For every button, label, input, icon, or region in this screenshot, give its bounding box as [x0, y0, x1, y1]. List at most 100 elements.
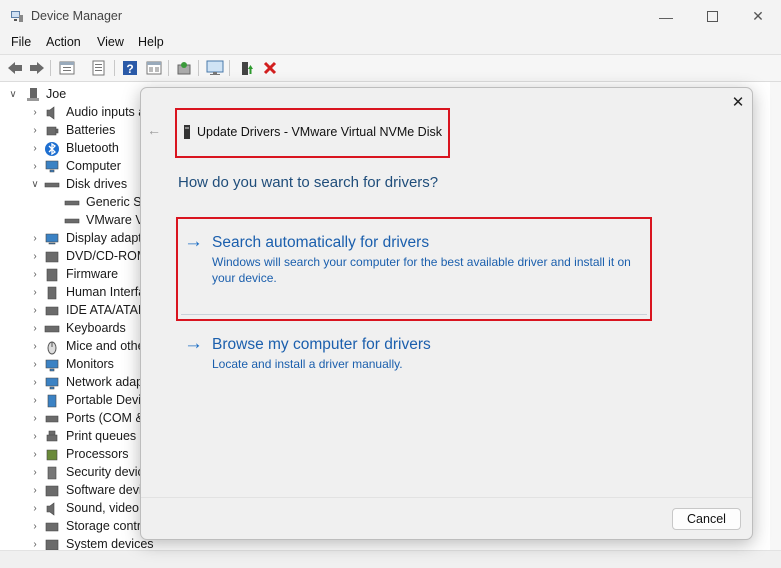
menu-bar: File Action View Help: [0, 33, 781, 53]
firmware-icon: [46, 268, 58, 282]
arrow-right-icon: →: [184, 333, 203, 354]
footer-divider: [141, 497, 752, 498]
menu-help[interactable]: Help: [138, 35, 164, 49]
chevron-right-icon[interactable]: ›: [30, 252, 40, 262]
disk-driver-icon: [184, 125, 190, 139]
properties-icon[interactable]: [58, 59, 76, 77]
tree-item-label: Bluetooth: [66, 141, 119, 155]
chevron-right-icon[interactable]: ›: [30, 504, 40, 514]
sound-icon: [46, 502, 55, 516]
chevron-right-icon[interactable]: ›: [30, 234, 40, 244]
printer-icon: [46, 430, 58, 442]
tree-root-label: Joe: [46, 87, 67, 101]
chevron-down-icon[interactable]: ∨: [30, 180, 40, 190]
back-arrow-icon[interactable]: [6, 59, 24, 77]
monitor-icon[interactable]: [206, 59, 224, 77]
tree-item-label: DVD/CD-ROM: [66, 249, 148, 263]
ide-icon: [45, 306, 59, 316]
tree-item-label: Print queues: [66, 429, 137, 443]
chevron-right-icon[interactable]: ›: [30, 342, 40, 352]
chevron-right-icon[interactable]: ›: [30, 468, 40, 478]
option-divider: [181, 314, 647, 315]
tree-item-label: Processors: [66, 447, 129, 461]
tree-item-label: Network adap: [66, 375, 144, 389]
tree-item-label: Security devic: [66, 465, 144, 479]
close-icon: ✕: [752, 8, 764, 24]
display-icon: [45, 233, 59, 245]
processor-icon: [46, 449, 58, 461]
tree-item-label: Keyboards: [66, 321, 126, 335]
tree-item-label: Firmware: [66, 267, 119, 281]
audio-icon: [46, 106, 55, 120]
update-driver-icon[interactable]: [90, 59, 108, 77]
chevron-right-icon[interactable]: ›: [30, 432, 40, 442]
add-driver-icon[interactable]: [238, 59, 256, 77]
minimize-button[interactable]: —: [643, 0, 689, 33]
update-drivers-dialog: ✕ ← Update Drivers - VMware Virtual NVMe…: [140, 87, 753, 540]
tree-item-label: Mice and othe: [66, 339, 145, 353]
forward-arrow-icon[interactable]: [28, 59, 46, 77]
chevron-right-icon[interactable]: ›: [30, 324, 40, 334]
hid-icon: [47, 286, 57, 300]
chevron-right-icon[interactable]: ›: [30, 270, 40, 280]
option-title[interactable]: Search automatically for drivers: [212, 234, 429, 252]
bluetooth-icon: [45, 142, 59, 156]
menu-view[interactable]: View: [97, 35, 124, 49]
scan-hardware-icon[interactable]: [175, 59, 193, 77]
dialog-close-button[interactable]: ✕: [729, 94, 747, 112]
back-arrow-icon[interactable]: ←: [147, 122, 163, 138]
tree-item-label: Software devic: [66, 483, 148, 497]
chevron-right-icon[interactable]: ›: [30, 414, 40, 424]
option-description: Locate and install a driver manually.: [212, 357, 403, 371]
chevron-right-icon[interactable]: ›: [30, 108, 40, 118]
chevron-right-icon[interactable]: ›: [30, 306, 40, 316]
help-icon[interactable]: ?: [121, 59, 139, 77]
close-button[interactable]: ✕: [735, 0, 781, 33]
device-manager-icon: [11, 11, 23, 22]
toolbar: ?: [0, 54, 781, 82]
window-title: Device Manager: [31, 9, 123, 23]
uninstall-icon[interactable]: [261, 59, 279, 77]
toolbar-separator: [114, 60, 115, 76]
chevron-right-icon[interactable]: ›: [30, 396, 40, 406]
port-icon: [45, 415, 59, 423]
show-hidden-icon[interactable]: [145, 59, 163, 77]
keyboard-icon: [44, 325, 60, 333]
chevron-right-icon[interactable]: ›: [30, 144, 40, 154]
chevron-right-icon[interactable]: ›: [30, 522, 40, 532]
storage-icon: [45, 522, 59, 532]
mouse-icon: [47, 341, 57, 355]
horizontal-scrollbar[interactable]: [0, 550, 781, 568]
system-icon: [45, 539, 59, 550]
vertical-scrollbar[interactable]: [770, 82, 781, 550]
menu-action[interactable]: Action: [46, 35, 81, 49]
maximize-button[interactable]: [689, 0, 735, 33]
dvd-icon: [45, 251, 59, 263]
chevron-right-icon[interactable]: ›: [30, 162, 40, 172]
menu-file[interactable]: File: [11, 35, 31, 49]
tree-item-label: Sound, video a: [66, 501, 150, 515]
option-description: Windows will search your computer for th…: [212, 255, 631, 285]
chevron-right-icon[interactable]: ›: [30, 288, 40, 298]
title-bar: Device Manager — ✕: [0, 0, 781, 33]
tree-item-label: Ports (COM &: [66, 411, 144, 425]
tree-item-label: Display adapte: [66, 231, 149, 245]
chevron-right-icon[interactable]: ›: [30, 540, 40, 550]
computer-icon: [45, 160, 59, 173]
cancel-button[interactable]: Cancel: [672, 508, 741, 530]
chevron-right-icon[interactable]: ›: [30, 126, 40, 136]
tree-item-label: VMware Vi: [86, 213, 147, 227]
disk-icon: [64, 218, 80, 224]
monitor-icon: [45, 359, 59, 372]
option-title[interactable]: Browse my computer for drivers: [212, 336, 431, 354]
toolbar-separator: [198, 60, 199, 76]
dialog-title: Update Drivers - VMware Virtual NVMe Dis…: [197, 125, 442, 139]
toolbar-separator: [168, 60, 169, 76]
chevron-right-icon[interactable]: ›: [30, 378, 40, 388]
disk-icon: [64, 200, 80, 206]
chevron-right-icon[interactable]: ›: [30, 450, 40, 460]
chevron-down-icon[interactable]: ∨: [8, 90, 18, 100]
chevron-right-icon[interactable]: ›: [30, 486, 40, 496]
tree-item-label: Storage contro: [66, 519, 148, 533]
chevron-right-icon[interactable]: ›: [30, 360, 40, 370]
